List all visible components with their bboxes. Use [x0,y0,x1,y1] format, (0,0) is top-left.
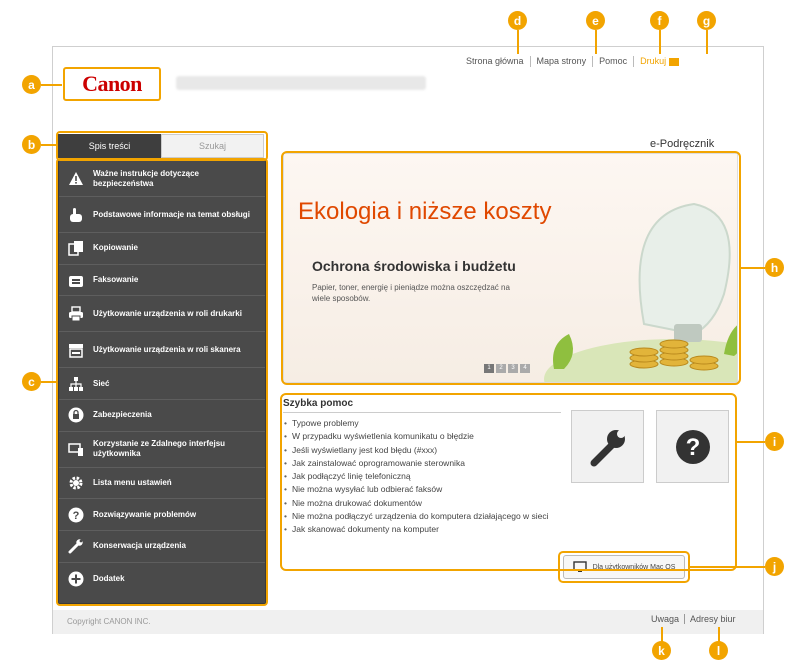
footer-links: Uwaga Adresy biur [646,614,741,624]
callout-line [41,84,62,86]
blurred-header-text [176,76,426,90]
callout-line [690,566,765,568]
callout-line [661,627,663,642]
print-label: Drukuj [640,56,667,66]
callout-line [41,381,56,383]
callout-bracket [280,393,737,571]
callout-line [706,30,708,54]
callout-line [718,627,720,642]
callout-i: i [765,432,784,451]
callout-line [595,30,597,54]
callout-c: c [22,372,41,391]
office-addresses-link[interactable]: Adresy biur [685,614,741,624]
callout-bracket [558,551,690,583]
canon-logo[interactable]: Canon [63,67,161,101]
callout-k: k [652,641,671,660]
callout-bracket [56,158,268,606]
home-link[interactable]: Strona główna [460,56,531,67]
callout-line [737,441,765,443]
logo-text: Canon [82,71,142,96]
notice-link[interactable]: Uwaga [646,614,686,624]
callout-bracket [56,131,268,161]
callout-line [741,267,765,269]
callout-a: a [22,75,41,94]
manual-title: e-Podręcznik [650,138,715,150]
help-link[interactable]: Pomoc [593,56,635,67]
callout-f: f [650,11,669,30]
callout-line [517,30,519,54]
callout-b: b [22,135,41,154]
callout-l: l [709,641,728,660]
top-links: Strona główna Mapa strony Pomoc Drukuj [460,56,685,67]
callout-j: j [765,557,784,576]
callout-bracket [281,151,741,385]
print-link[interactable]: Drukuj [634,56,685,67]
copyright: Copyright CANON INC. [67,617,151,626]
callout-d: d [508,11,527,30]
print-icon [669,57,680,66]
callout-line [41,144,56,146]
callout-g: g [697,11,716,30]
sitemap-link[interactable]: Mapa strony [531,56,594,67]
callout-e: e [586,11,605,30]
callout-h: h [765,258,784,277]
callout-line [659,30,661,54]
